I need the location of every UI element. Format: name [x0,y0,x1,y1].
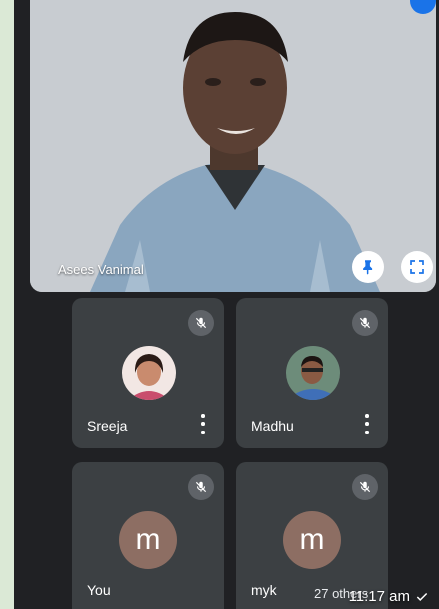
more-options-icon[interactable] [200,414,206,434]
main-speaker-video[interactable]: Asees Vanimal [30,0,436,292]
participant-tile-madhu[interactable]: Madhu [236,298,388,448]
participant-tile-you[interactable]: m You [72,462,224,609]
mic-off-icon [352,474,378,500]
mic-off-icon [188,474,214,500]
more-options-icon[interactable] [364,414,370,434]
avatar: m [283,511,341,569]
pin-icon [363,260,373,275]
avatar: m [119,511,177,569]
message-timestamp: 11:17 am [349,588,429,605]
fullscreen-icon [410,260,424,274]
participant-name: Madhu [251,418,294,434]
mic-off-icon [352,310,378,336]
avatar [286,346,340,400]
participant-tile-sreeja[interactable]: Sreeja [72,298,224,448]
fullscreen-button[interactable] [401,251,433,283]
avatar [122,346,176,400]
pin-button[interactable] [352,251,384,283]
timestamp-text: 11:17 am [348,588,410,605]
participant-name: Sreeja [87,418,128,434]
speaker-video-frame [30,0,436,292]
mic-off-icon [188,310,214,336]
main-speaker-name: Asees Vanimal [58,262,144,277]
meeting-screen: Asees Vanimal Sreeja Madhu m You m myk 2… [14,0,439,609]
participant-name: myk [251,582,277,598]
check-icon [416,592,428,601]
participant-name: You [87,582,111,598]
